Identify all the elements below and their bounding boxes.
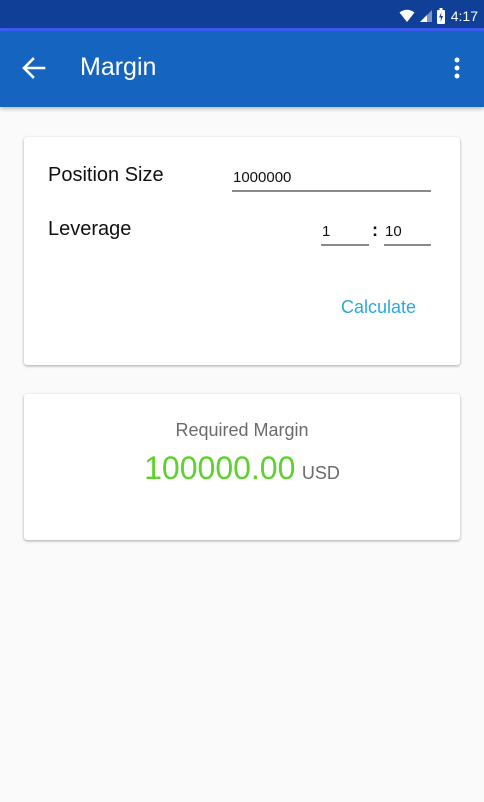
app-bar: Margin (0, 31, 484, 107)
page-title: Margin (80, 53, 157, 81)
leverage-separator: : (372, 220, 378, 240)
result-row: 100000.00 USD (24, 450, 460, 487)
wifi-icon (399, 9, 415, 23)
cell-signal-icon (419, 9, 433, 23)
status-time: 4:17 (450, 8, 478, 24)
status-icons: 4:17 (399, 6, 478, 26)
position-size-label: Position Size (48, 164, 164, 186)
leverage-left-input[interactable] (321, 222, 369, 246)
leverage-right-input[interactable] (384, 222, 431, 246)
arrow-back-icon (22, 56, 46, 84)
result-card: Required Margin 100000.00 USD (24, 394, 460, 540)
required-margin-label: Required Margin (175, 420, 309, 440)
status-bar: 4:17 (0, 0, 484, 31)
currency-unit: USD (301, 463, 340, 483)
more-vert-icon (454, 57, 460, 84)
leverage-label: Leverage (48, 218, 132, 240)
position-size-input[interactable] (232, 168, 431, 192)
battery-charging-icon (436, 8, 445, 24)
required-margin-value: 100000.00 (144, 450, 296, 486)
calculate-button[interactable]: Calculate (341, 297, 416, 318)
input-card: Position Size Leverage : Calculate (24, 137, 460, 365)
back-button[interactable] (14, 50, 54, 90)
overflow-menu-button[interactable] (442, 50, 472, 90)
